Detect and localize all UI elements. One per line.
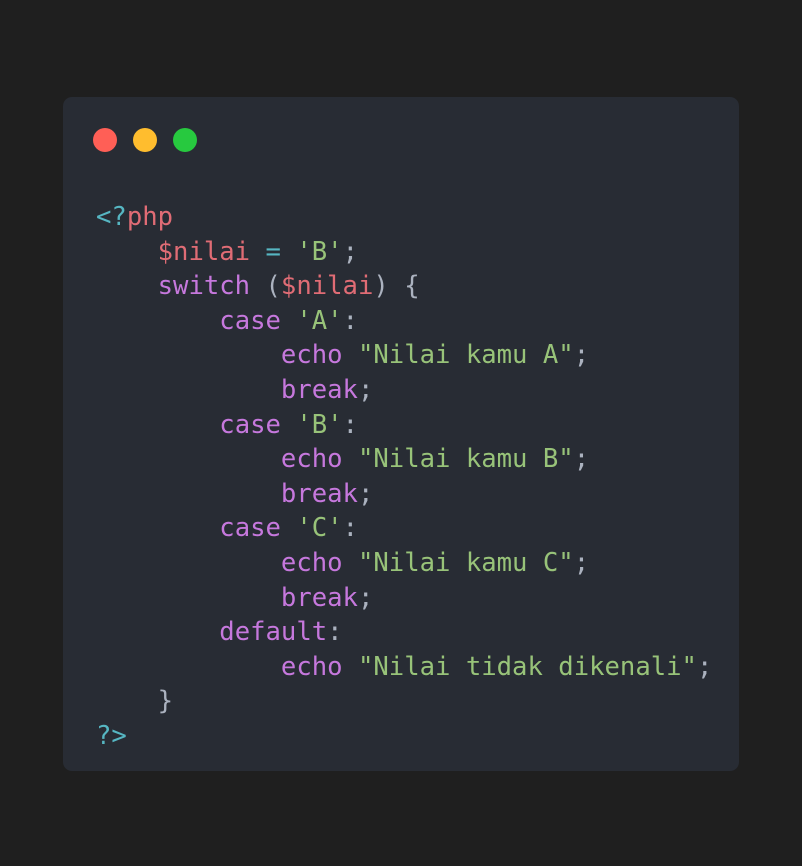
- code-token-punc: }: [96, 686, 174, 717]
- code-token-punc: [96, 583, 281, 613]
- code-token-punc: :: [342, 513, 358, 544]
- code-token-punc: [96, 513, 219, 543]
- code-token-kw: break: [280, 478, 358, 509]
- code-token-punc: [96, 617, 219, 647]
- code-token-str: 'A': [296, 305, 343, 336]
- code-block: <?php $nilai = 'B'; switch ($nilai) { ca…: [96, 200, 712, 754]
- code-token-punc: [281, 306, 296, 336]
- code-token-punc: [343, 444, 358, 474]
- code-token-kw: echo: [280, 651, 343, 682]
- code-token-str: 'B': [296, 409, 343, 440]
- code-token-punc: [281, 237, 296, 267]
- code-token-str: "Nilai kamu B": [357, 444, 574, 475]
- code-token-var: $nilai: [280, 271, 374, 302]
- code-line: case 'B':: [96, 408, 712, 443]
- code-token-str: "Nilai kamu C": [357, 547, 574, 578]
- code-token-kw: break: [280, 582, 358, 613]
- code-token-tag: <?: [96, 202, 127, 232]
- code-line: switch ($nilai) {: [96, 269, 712, 304]
- code-line: echo "Nilai kamu B";: [96, 442, 712, 477]
- code-token-str: "Nilai tidak dikenali": [357, 651, 697, 682]
- code-token-punc: [96, 479, 281, 509]
- code-line: default:: [96, 615, 712, 650]
- code-token-punc: [343, 548, 358, 578]
- code-line: echo "Nilai kamu A";: [96, 338, 712, 373]
- code-token-str: 'B': [296, 236, 343, 267]
- code-line: <?php: [96, 200, 712, 235]
- code-token-punc: ;: [573, 444, 590, 475]
- code-line: break;: [96, 373, 712, 408]
- code-token-php: php: [126, 202, 174, 232]
- code-token-punc: [250, 237, 265, 267]
- code-token-punc: ;: [357, 374, 374, 405]
- code-token-punc: [96, 652, 281, 682]
- code-token-kw: switch: [157, 271, 251, 302]
- code-line: $nilai = 'B';: [96, 235, 712, 270]
- code-line: echo "Nilai tidak dikenali";: [96, 650, 712, 685]
- code-token-punc: ;: [696, 651, 713, 682]
- code-token-punc: (: [250, 271, 281, 302]
- code-token-kw: echo: [280, 340, 343, 371]
- code-token-punc: [96, 548, 281, 578]
- code-token-kw: case: [219, 513, 281, 544]
- code-token-kw: case: [219, 409, 281, 440]
- close-dot-icon: [93, 128, 117, 152]
- code-token-kw: default: [219, 617, 328, 648]
- code-line: case 'C':: [96, 511, 712, 546]
- code-line: break;: [96, 477, 712, 512]
- code-line: }: [96, 684, 712, 719]
- code-token-punc: ;: [357, 582, 374, 613]
- code-line: case 'A':: [96, 304, 712, 339]
- code-token-tag: ?>: [96, 720, 127, 751]
- code-token-str: 'C': [296, 513, 343, 544]
- code-token-punc: :: [342, 409, 358, 440]
- code-token-str: "Nilai kamu A": [357, 340, 574, 371]
- code-token-punc: [96, 410, 219, 440]
- code-token-kw: break: [280, 374, 358, 405]
- code-token-punc: [281, 410, 296, 440]
- code-token-punc: ;: [573, 340, 590, 371]
- code-token-punc: :: [342, 305, 358, 336]
- code-token-punc: ;: [573, 547, 590, 578]
- code-window: <?php $nilai = 'B'; switch ($nilai) { ca…: [63, 97, 739, 771]
- code-token-punc: [96, 340, 281, 370]
- code-token-punc: ;: [342, 236, 359, 267]
- maximize-dot-icon: [173, 128, 197, 152]
- code-token-punc: [96, 271, 158, 301]
- code-line: echo "Nilai kamu C";: [96, 546, 712, 581]
- code-token-punc: ) {: [373, 271, 420, 302]
- code-token-punc: [343, 652, 358, 682]
- code-token-punc: ;: [357, 478, 374, 509]
- code-line: ?>: [96, 719, 712, 754]
- code-token-punc: [96, 375, 281, 405]
- code-token-punc: :: [327, 617, 343, 648]
- code-token-kw: echo: [280, 444, 343, 475]
- code-token-punc: [281, 513, 296, 543]
- code-token-var: $nilai: [157, 236, 251, 267]
- code-token-op: =: [265, 236, 281, 267]
- code-token-punc: [343, 340, 358, 370]
- code-token-punc: [96, 306, 219, 336]
- code-line: break;: [96, 581, 712, 616]
- code-token-punc: [96, 237, 158, 267]
- minimize-dot-icon: [133, 128, 157, 152]
- code-token-punc: [96, 444, 281, 474]
- code-token-kw: echo: [280, 547, 343, 578]
- code-token-kw: case: [219, 305, 281, 336]
